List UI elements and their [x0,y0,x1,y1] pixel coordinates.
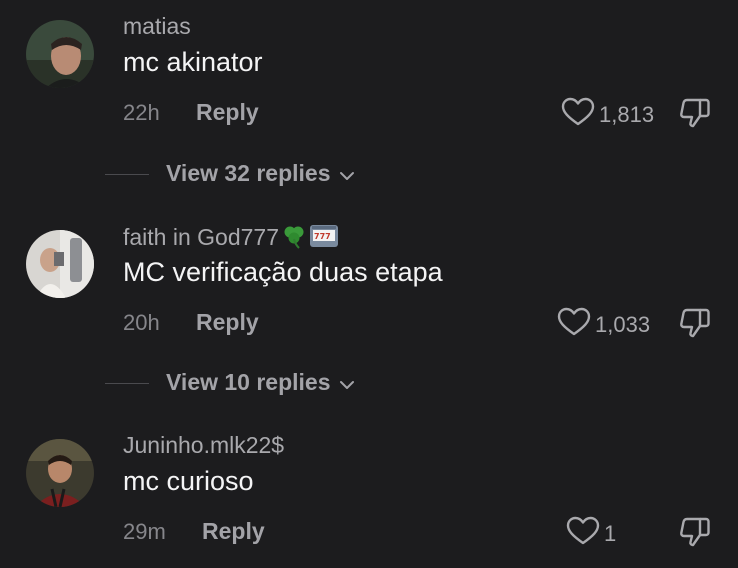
thumbs-down-icon [678,98,712,134]
comment-username[interactable]: matias [123,13,191,40]
username-text: faith in God777 [123,224,280,250]
dislike-button[interactable] [678,515,712,554]
profile-photo [26,230,94,298]
divider-line [105,383,149,384]
comment-username[interactable]: Juninho.mlk22$ [123,432,284,459]
profile-photo [26,20,94,88]
comment-time: 20h [123,310,160,335]
like-count: 1 [604,521,617,546]
reply-button[interactable]: Reply [196,99,259,126]
shamrock-icon [281,223,307,255]
view-replies-label: View 10 replies [166,369,331,395]
heart-outline-icon [557,307,591,343]
like-button[interactable]: 1,813 [561,97,654,133]
like-button[interactable]: 1,033 [557,307,650,343]
thumbs-down-icon [678,517,712,553]
view-replies-label: View 32 replies [166,160,331,186]
comment-text: mc curioso [123,466,254,496]
comment-item: Juninho.mlk22$ mc curioso 29m Reply 1 [0,420,738,568]
comment-time: 29m [123,519,166,544]
divider-line [105,174,149,175]
heart-outline-icon [566,516,600,552]
thumbs-down-icon [678,308,712,344]
view-replies: View 32 replies [0,160,738,190]
reply-button[interactable]: Reply [196,309,259,336]
chevron-down-icon [339,369,355,396]
like-button[interactable]: 1 [566,516,616,552]
comment-item: matias mc akinator 22h Reply 1,813 View … [0,0,738,186]
comment-text: MC verificação duas etapa [123,257,443,287]
comment-time: 22h [123,100,160,125]
comment-item: faith in God777 777 MC verificação duas … [0,210,738,410]
heart-outline-icon [561,97,595,133]
comment-text: mc akinator [123,47,263,77]
slot-machine-icon: 777 [309,223,339,255]
view-replies: View 10 replies [0,369,738,399]
like-count: 1,033 [595,312,651,337]
like-count: 1,813 [599,102,655,127]
chevron-down-icon [339,160,355,187]
profile-photo [26,439,94,507]
comment-username[interactable]: faith in God777 777 [123,223,339,255]
view-replies-button[interactable]: View 32 replies [166,160,355,187]
avatar[interactable] [26,230,94,298]
dislike-button[interactable] [678,306,712,345]
avatar[interactable] [26,20,94,88]
dislike-button[interactable] [678,96,712,135]
svg-text:777: 777 [314,232,331,241]
reply-button[interactable]: Reply [202,518,265,545]
avatar[interactable] [26,439,94,507]
view-replies-button[interactable]: View 10 replies [166,369,355,396]
